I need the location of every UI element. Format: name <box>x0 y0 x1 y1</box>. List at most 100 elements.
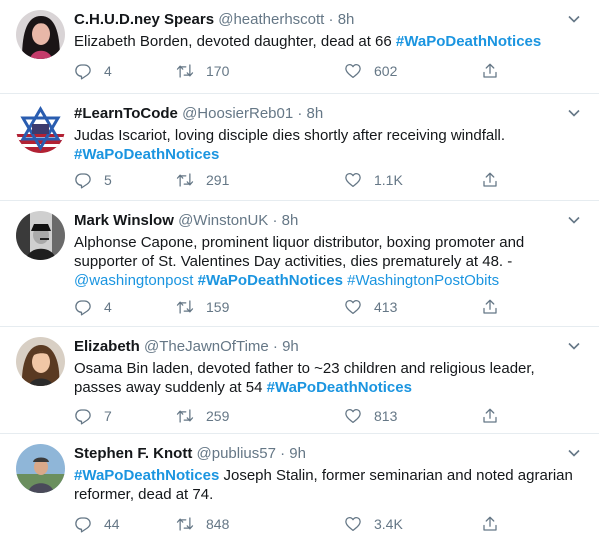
like-count: 813 <box>374 408 398 424</box>
share-icon <box>483 299 497 314</box>
retweet-button[interactable]: 848 <box>176 514 229 534</box>
more-options-button[interactable] <box>567 12 581 26</box>
like-icon <box>345 172 361 188</box>
more-options-button[interactable] <box>567 339 581 353</box>
username[interactable]: @heatherhscott <box>218 11 324 28</box>
avatar[interactable] <box>16 104 65 153</box>
chevron-down-icon <box>568 449 580 457</box>
reply-icon <box>75 517 91 533</box>
avatar[interactable] <box>16 211 65 260</box>
text-segment: Alphonse Capone, prominent liquor distri… <box>74 234 525 270</box>
avatar[interactable] <box>16 337 65 386</box>
retweet-icon <box>176 517 194 531</box>
reply-button[interactable]: 7 <box>74 406 112 426</box>
tweet-text: Osama Bin laden, devoted father to ~23 c… <box>74 359 585 397</box>
like-button[interactable]: 413 <box>344 297 397 317</box>
avatar-image <box>16 444 65 493</box>
like-button[interactable]: 3.4K <box>344 514 403 534</box>
text-segment: Judas Iscariot, loving disciple dies sho… <box>74 127 506 144</box>
hashtag-link[interactable]: #WashingtonPostObits <box>347 272 499 289</box>
hashtag-link[interactable]: #WaPoDeathNotices <box>74 146 219 163</box>
retweet-button[interactable]: 259 <box>176 406 229 426</box>
mention-link[interactable]: @washingtonpost <box>74 272 193 289</box>
reply-icon <box>75 409 91 425</box>
hashtag-link[interactable]: #WaPoDeathNotices <box>267 379 412 396</box>
timestamp[interactable]: 9h <box>282 338 299 355</box>
separator: · <box>272 212 278 229</box>
tweet[interactable]: #LearnToCode @HoosierReb01 · 8h Judas Is… <box>0 94 599 201</box>
share-button[interactable] <box>481 170 499 190</box>
avatar-image <box>16 211 65 260</box>
retweet-count: 848 <box>206 516 230 532</box>
hashtag-link[interactable]: #WaPoDeathNotices <box>396 33 541 50</box>
tweet[interactable]: Mark Winslow @WinstonUK · 8h Alphonse Ca… <box>0 201 599 327</box>
tweet-feed: C.H.U.D.ney Spears @heatherhscott · 8h E… <box>0 0 599 542</box>
tweet-actions: 44 848 3.4K <box>74 514 504 534</box>
avatar-image <box>16 104 65 153</box>
tweet[interactable]: Elizabeth @TheJawnOfTime · 9h Osama Bin … <box>0 327 599 434</box>
retweet-count: 170 <box>206 63 230 79</box>
like-count: 1.1K <box>374 172 403 188</box>
reply-button[interactable]: 44 <box>74 514 120 534</box>
reply-count: 4 <box>104 299 112 315</box>
tweet-content: #LearnToCode @HoosierReb01 · 8h Judas Is… <box>74 104 585 164</box>
retweet-icon <box>176 300 194 314</box>
username[interactable]: @TheJawnOfTime <box>144 338 269 355</box>
username[interactable]: @publius57 <box>197 445 276 462</box>
separator: · <box>272 338 278 355</box>
reply-button[interactable]: 4 <box>74 61 112 81</box>
reply-count: 4 <box>104 63 112 79</box>
username[interactable]: @WinstonUK <box>178 212 268 229</box>
chevron-down-icon <box>568 109 580 117</box>
username[interactable]: @HoosierReb01 <box>182 105 293 122</box>
display-name[interactable]: Elizabeth <box>74 338 140 355</box>
retweet-button[interactable]: 159 <box>176 297 229 317</box>
hashtag-link[interactable]: #WaPoDeathNotices <box>198 272 343 289</box>
tweet-actions: 4 159 413 <box>74 297 504 317</box>
share-icon <box>483 172 497 187</box>
like-button[interactable]: 602 <box>344 61 397 81</box>
display-name[interactable]: Stephen F. Knott <box>74 445 192 462</box>
tweet-content: Elizabeth @TheJawnOfTime · 9h Osama Bin … <box>74 337 585 397</box>
tweet[interactable]: C.H.U.D.ney Spears @heatherhscott · 8h E… <box>0 0 599 94</box>
reply-button[interactable]: 5 <box>74 170 112 190</box>
more-options-button[interactable] <box>567 106 581 120</box>
timestamp[interactable]: 8h <box>307 105 324 122</box>
retweet-icon <box>176 173 194 187</box>
retweet-button[interactable]: 170 <box>176 61 229 81</box>
like-button[interactable]: 1.1K <box>344 170 403 190</box>
display-name[interactable]: Mark Winslow <box>74 212 174 229</box>
timestamp[interactable]: 8h <box>282 212 299 229</box>
separator: · <box>297 105 303 122</box>
share-button[interactable] <box>481 297 499 317</box>
avatar[interactable] <box>16 444 65 493</box>
share-icon <box>483 63 497 78</box>
chevron-down-icon <box>568 15 580 23</box>
retweet-icon <box>176 409 194 423</box>
tweet-text: Elizabeth Borden, devoted daughter, dead… <box>74 32 585 51</box>
tweet-header: Mark Winslow @WinstonUK · 8h <box>74 211 585 231</box>
timestamp[interactable]: 8h <box>338 11 355 28</box>
share-button[interactable] <box>481 514 499 534</box>
reply-count: 44 <box>104 516 120 532</box>
share-button[interactable] <box>481 61 499 81</box>
tweet-text: #WaPoDeathNotices Joseph Stalin, former … <box>74 466 585 504</box>
share-button[interactable] <box>481 406 499 426</box>
display-name[interactable]: C.H.U.D.ney Spears <box>74 11 214 28</box>
display-name[interactable]: #LearnToCode <box>74 105 178 122</box>
timestamp[interactable]: 9h <box>289 445 306 462</box>
tweet-header: Elizabeth @TheJawnOfTime · 9h <box>74 337 585 357</box>
like-icon <box>345 63 361 79</box>
reply-button[interactable]: 4 <box>74 297 112 317</box>
retweet-count: 159 <box>206 299 230 315</box>
avatar[interactable] <box>16 10 65 59</box>
more-options-button[interactable] <box>567 213 581 227</box>
retweet-count: 291 <box>206 172 230 188</box>
tweet-header: C.H.U.D.ney Spears @heatherhscott · 8h <box>74 10 585 30</box>
more-options-button[interactable] <box>567 446 581 460</box>
hashtag-link[interactable]: #WaPoDeathNotices <box>74 467 219 484</box>
retweet-button[interactable]: 291 <box>176 170 229 190</box>
tweet[interactable]: Stephen F. Knott @publius57 · 9h #WaPoDe… <box>0 434 599 542</box>
like-button[interactable]: 813 <box>344 406 397 426</box>
separator: · <box>280 445 286 462</box>
